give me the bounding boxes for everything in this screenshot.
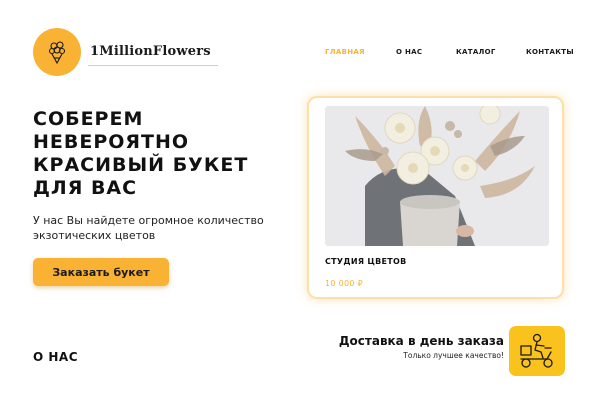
bouquet-icon	[48, 41, 66, 65]
bouquet-photo	[325, 106, 549, 246]
delivery-scooter-icon	[520, 333, 553, 368]
logo[interactable]	[33, 28, 81, 76]
order-bouquet-button[interactable]: Заказать букет	[33, 258, 169, 286]
delivery-title: Доставка в день заказа	[338, 334, 504, 348]
brand-underline	[88, 65, 218, 66]
nav-home[interactable]: ГЛАВНАЯ	[325, 48, 365, 56]
product-card[interactable]: СТУДИЯ ЦВЕТОВ 10 000 ₽	[307, 96, 564, 299]
delivery-subtitle: Только лучшее качество!	[403, 351, 504, 360]
nav-about[interactable]: О НАС	[396, 48, 422, 56]
delivery-badge	[509, 326, 565, 376]
hero-title: СОБЕРЕМ НЕВЕРОЯТНО КРАСИВЫЙ БУКЕТ ДЛЯ ВА…	[33, 108, 249, 199]
card-title: СТУДИЯ ЦВЕТОВ	[325, 257, 407, 266]
card-price: 10 000 ₽	[325, 279, 364, 288]
brand-name[interactable]: 1MillionFlowers	[90, 44, 211, 59]
hero-description: У нас Вы найдете огромное количество экз…	[33, 214, 264, 242]
about-heading: О НАС	[33, 350, 79, 364]
nav-contacts[interactable]: КОНТАКТЫ	[526, 48, 574, 56]
nav-catalog[interactable]: КАТАЛОГ	[456, 48, 496, 56]
